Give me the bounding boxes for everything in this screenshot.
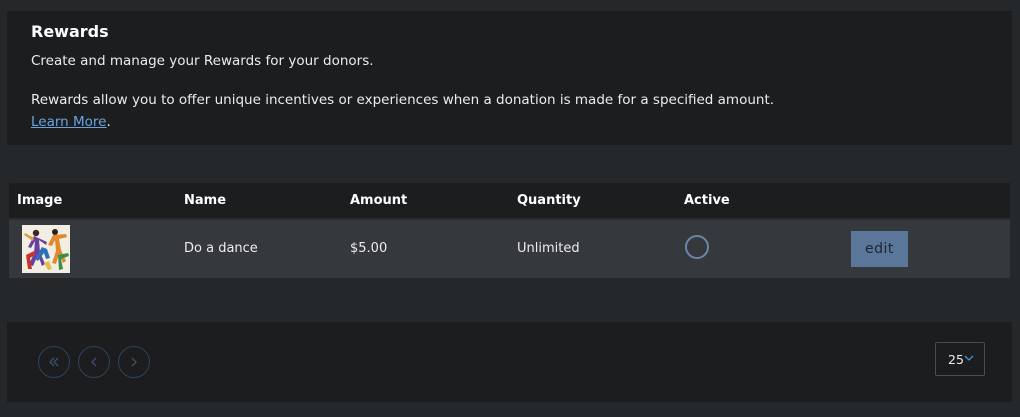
rewards-table: Image Name Amount Quantity Active Do a d… (9, 183, 1010, 278)
previous-page-button[interactable] (78, 346, 110, 378)
learn-more-line: Learn More. (31, 114, 111, 130)
rewards-info-panel: Rewards Create and manage your Rewards f… (7, 11, 1012, 145)
pagination-panel: 25 (7, 322, 1012, 402)
dancers-image (22, 225, 70, 273)
table-header: Image Name Amount Quantity Active (9, 183, 1010, 218)
page-size-select[interactable]: 25 (935, 342, 985, 376)
column-header-image: Image (17, 193, 63, 208)
learn-more-link[interactable]: Learn More (31, 114, 107, 130)
column-header-name: Name (184, 193, 227, 208)
reward-image (22, 225, 70, 273)
edit-button[interactable]: edit (851, 231, 908, 267)
table-row: Do a dance $5.00 Unlimited edit (9, 218, 1010, 278)
page-title: Rewards (31, 22, 109, 41)
reward-amount: $5.00 (350, 241, 388, 256)
page-subtitle: Create and manage your Rewards for your … (31, 53, 374, 69)
reward-name: Do a dance (184, 241, 258, 256)
column-header-amount: Amount (350, 193, 408, 208)
reward-quantity: Unlimited (517, 241, 580, 256)
chevron-left-icon (91, 357, 97, 367)
column-header-quantity: Quantity (517, 193, 581, 208)
chevron-down-icon (964, 355, 974, 361)
column-header-active: Active (684, 193, 730, 208)
next-page-button[interactable] (118, 346, 150, 378)
active-radio[interactable] (685, 235, 709, 259)
double-chevron-left-icon (49, 357, 59, 367)
chevron-right-icon (131, 357, 137, 367)
learn-more-suffix: . (106, 114, 111, 130)
first-page-button[interactable] (38, 346, 70, 378)
page-size-value: 25 (948, 352, 964, 367)
page-description: Rewards allow you to offer unique incent… (31, 92, 775, 108)
